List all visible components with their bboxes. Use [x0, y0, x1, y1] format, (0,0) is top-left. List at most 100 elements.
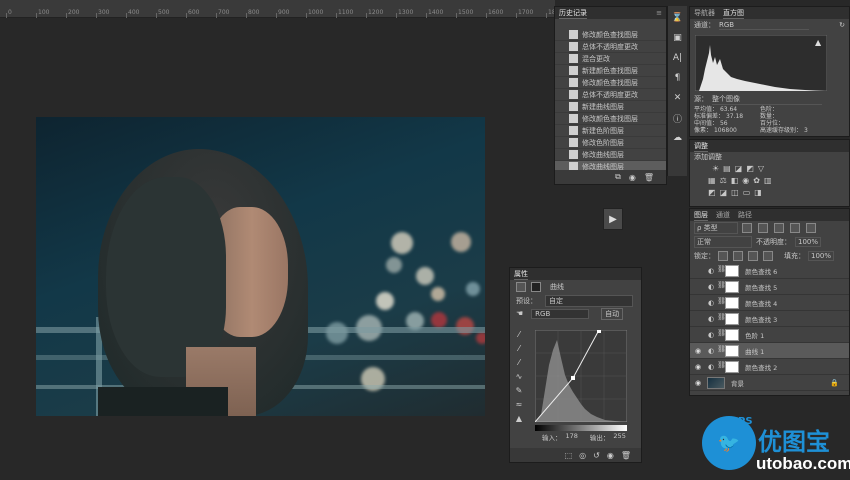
input-value[interactable]: 178 [566, 432, 578, 442]
invert-icon[interactable]: ◩ [708, 188, 716, 197]
layer-mask-thumbnail [725, 360, 740, 373]
lock-position-icon[interactable] [748, 251, 758, 261]
curve-edit-icon[interactable]: ∿ [516, 372, 523, 381]
fill-input[interactable]: 100% [808, 251, 835, 261]
filter-shape-icon[interactable] [790, 223, 800, 233]
play-action-button[interactable]: ▶ [603, 208, 623, 230]
channel-mixer-icon[interactable]: ✿ [753, 176, 760, 185]
history-item[interactable]: 修改颜色查找图层 [555, 77, 666, 89]
filter-adjustment-icon[interactable] [758, 223, 768, 233]
channels-tab[interactable]: 通道 [716, 210, 730, 220]
history-item[interactable]: 修改色阶图层 [555, 137, 666, 149]
adjustments-tab[interactable]: 调整 [694, 141, 708, 152]
filter-smart-icon[interactable] [806, 223, 816, 233]
layers-tab[interactable]: 图层 [694, 210, 708, 221]
source-select[interactable]: 整个图像 [712, 94, 822, 105]
filter-kind-select[interactable]: ρ 类型 [694, 222, 738, 234]
delete-icon[interactable]: 🗑 [621, 451, 631, 460]
tools-panel-icon[interactable]: ✕ [669, 90, 687, 106]
layer-row[interactable]: ◐ ⛓ 色阶 1 [690, 327, 849, 343]
curves-graph[interactable] [535, 330, 627, 422]
clipping-warning-icon[interactable]: ▲ [516, 414, 522, 423]
pencil-icon[interactable]: ✎ [516, 386, 523, 395]
lock-transparent-icon[interactable] [718, 251, 728, 261]
ruler-tick-label: 1600 [488, 9, 504, 16]
layer-row[interactable]: ◐ ⛓ 颜色查找 6 [690, 263, 849, 279]
filter-type-icon[interactable] [774, 223, 784, 233]
navigator-tab[interactable]: 导航器 [694, 8, 715, 18]
paragraph-panel-icon[interactable]: ¶ [669, 70, 687, 86]
eye-icon[interactable]: ◉ [692, 379, 704, 387]
panel-menu-icon[interactable]: ≡ [656, 8, 662, 18]
reset-icon[interactable]: ↺ [593, 451, 600, 460]
view-previous-icon[interactable]: ◎ [579, 451, 586, 460]
brightness-icon[interactable]: ☀ [712, 164, 719, 173]
opacity-input[interactable]: 100% [795, 237, 822, 247]
exposure-icon[interactable]: ◩ [746, 164, 754, 173]
layer-mask-icon[interactable] [531, 282, 541, 292]
smooth-icon[interactable]: ≈ [516, 400, 523, 409]
character-panel-icon[interactable]: A| [669, 50, 687, 66]
gradient-map-icon[interactable]: ▭ [743, 188, 751, 197]
clip-to-layer-icon[interactable]: ⬚ [565, 451, 573, 460]
eye-icon[interactable]: ◉ [692, 363, 704, 371]
threshold-icon[interactable]: ◫ [731, 188, 739, 197]
lock-image-icon[interactable] [733, 251, 743, 261]
color-lookup-icon[interactable]: ▥ [764, 176, 772, 185]
curves-icon[interactable]: ◪ [735, 164, 743, 173]
refresh-icon[interactable]: ↻ [839, 21, 845, 29]
layer-row[interactable]: ◉ ◐ ⛓ 曲线 1 [690, 343, 849, 359]
history-item[interactable]: 总体不透明度更改 [555, 89, 666, 101]
black-eyedropper-icon[interactable]: ⁄ [518, 330, 519, 339]
paths-tab[interactable]: 路径 [738, 210, 752, 220]
libraries-panel-icon[interactable]: ☁ [669, 130, 687, 146]
auto-button[interactable]: 自动 [601, 307, 624, 320]
hand-tool-icon[interactable]: ☚ [516, 309, 523, 318]
layer-row[interactable]: ◉ ◐ ⛓ 颜色查找 2 [690, 359, 849, 375]
history-item[interactable]: 新建色阶图层 [555, 125, 666, 137]
new-document-from-state-icon[interactable]: ⧉ [615, 172, 621, 182]
history-item[interactable]: 修改颜色查找图层 [555, 113, 666, 125]
histogram-tab[interactable]: 直方图 [723, 8, 744, 19]
gray-eyedropper-icon[interactable]: ⁄ [518, 344, 519, 353]
channel-select[interactable]: RGB [531, 308, 590, 319]
hue-saturation-icon[interactable]: ▦ [708, 176, 716, 185]
photo-image[interactable] [36, 117, 485, 416]
history-panel-icon[interactable]: ⌛ [669, 10, 687, 26]
layer-row[interactable]: ◐ ⛓ 颜色查找 5 [690, 279, 849, 295]
levels-icon[interactable]: ▤ [723, 164, 731, 173]
history-item[interactable]: 新建曲线图层 [555, 101, 666, 113]
blend-mode-select[interactable]: 正常 [694, 236, 752, 248]
eye-icon[interactable]: ◉ [692, 347, 704, 355]
stat-label: 中间值： [694, 120, 719, 127]
histogram-channel-select[interactable]: RGB [719, 21, 809, 30]
properties-tab[interactable]: 属性 [514, 269, 528, 280]
photo-filter-icon[interactable]: ◉ [742, 176, 749, 185]
color-panel-icon[interactable]: ▣ [669, 30, 687, 46]
history-item[interactable]: 混合更改 [555, 53, 666, 65]
black-white-icon[interactable]: ◧ [731, 176, 739, 185]
layer-row[interactable]: ◉ 背景 🔒 [690, 375, 849, 391]
selective-color-icon[interactable]: ◨ [754, 188, 762, 197]
output-value[interactable]: 255 [613, 432, 625, 442]
preset-select[interactable]: 自定 [545, 294, 633, 307]
history-item[interactable]: 修改曲线图层 [555, 149, 666, 161]
history-item[interactable]: 修改颜色查找图层 [555, 29, 666, 41]
visibility-icon[interactable]: ◉ [607, 451, 614, 460]
posterize-icon[interactable]: ◪ [720, 188, 728, 197]
ruler-tick-label: 1100 [338, 9, 354, 16]
lock-all-icon[interactable] [763, 251, 773, 261]
layer-row[interactable]: ◐ ⛓ 颜色查找 4 [690, 295, 849, 311]
filter-pixel-icon[interactable] [742, 223, 752, 233]
info-panel-icon[interactable]: ⓘ [669, 110, 687, 126]
adjustment-layer-icon: ◐ [708, 314, 715, 323]
history-item[interactable]: 新建颜色查找图层 [555, 65, 666, 77]
history-tab[interactable]: 历史记录 [559, 8, 587, 19]
color-balance-icon[interactable]: ⚖ [720, 176, 727, 185]
history-item[interactable]: 总体不透明度更改 [555, 41, 666, 53]
layer-row[interactable]: ◐ ⛓ 颜色查找 3 [690, 311, 849, 327]
trash-icon[interactable]: 🗑 [644, 173, 654, 182]
vibrance-icon[interactable]: ▽ [758, 164, 764, 173]
snapshot-icon[interactable]: ◉ [629, 173, 636, 182]
white-eyedropper-icon[interactable]: ⁄ [518, 358, 519, 367]
